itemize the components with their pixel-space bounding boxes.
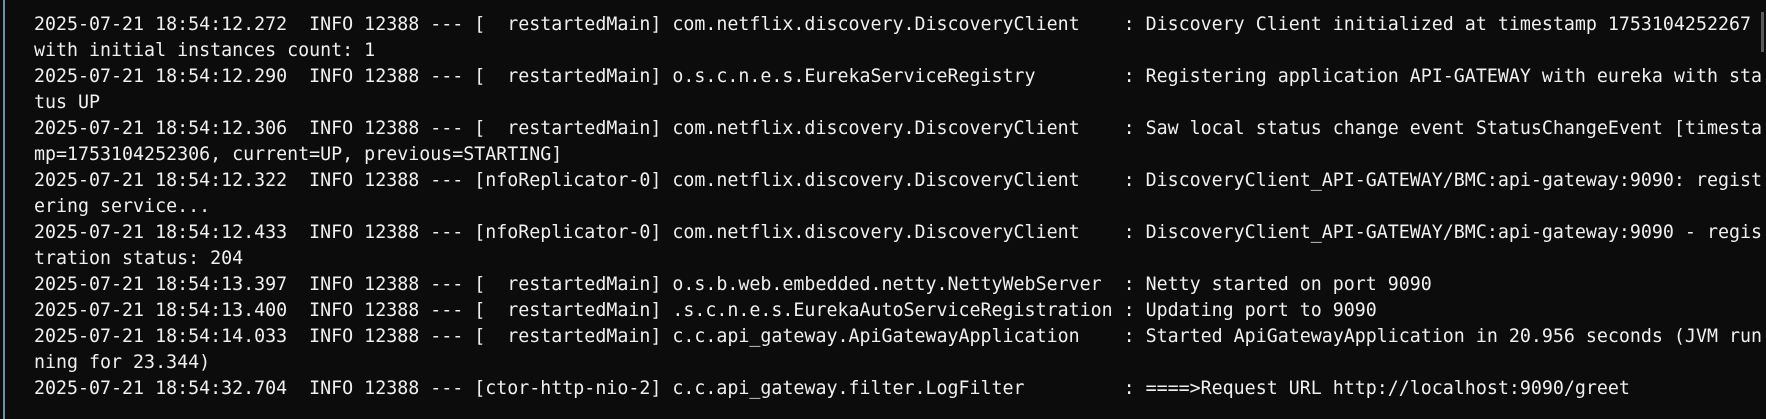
log-line: 2025-07-21 18:54:14.033 INFO 12388 --- […	[34, 326, 1762, 373]
log-line: 2025-07-21 18:54:12.272 INFO 12388 --- […	[34, 14, 1762, 61]
terminal-output[interactable]: 2025-07-21 18:54:12.272 INFO 12388 --- […	[34, 12, 1762, 402]
log-line: 2025-07-21 18:54:12.306 INFO 12388 --- […	[34, 118, 1762, 165]
log-line: 2025-07-21 18:54:12.322 INFO 12388 --- […	[34, 170, 1762, 217]
log-line: 2025-07-21 18:54:13.397 INFO 12388 --- […	[34, 274, 1432, 295]
scrollbar-thumb[interactable]	[1761, 12, 1764, 52]
log-line: 2025-07-21 18:54:32.704 INFO 12388 --- […	[34, 378, 1630, 399]
window-left-border	[3, 0, 5, 419]
log-line: 2025-07-21 18:54:12.433 INFO 12388 --- […	[34, 222, 1762, 269]
vertical-scrollbar[interactable]	[1758, 0, 1766, 419]
log-line: 2025-07-21 18:54:12.290 INFO 12388 --- […	[34, 66, 1762, 113]
log-line: 2025-07-21 18:54:13.400 INFO 12388 --- […	[34, 300, 1377, 321]
